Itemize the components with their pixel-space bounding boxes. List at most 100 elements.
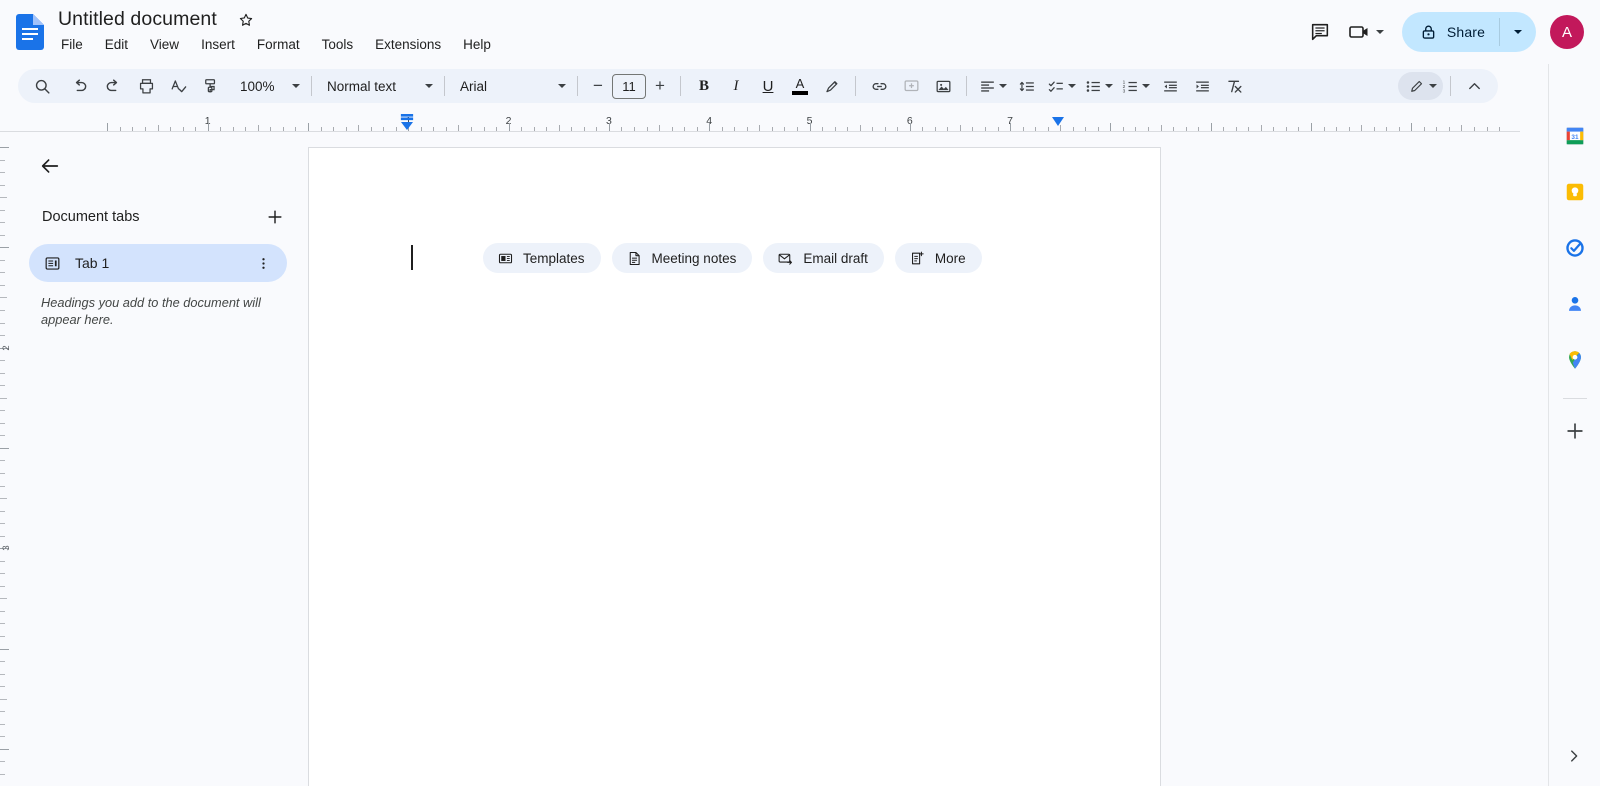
comment-history-icon[interactable] <box>1300 12 1340 52</box>
ruler-tick <box>1499 127 1500 131</box>
ruler-tick <box>1374 127 1375 131</box>
highlight-pen-icon[interactable] <box>818 72 846 100</box>
ruler-tick <box>1123 127 1124 131</box>
tab-options-button[interactable] <box>251 251 275 275</box>
vertical-ruler-tick <box>0 598 7 599</box>
side-panel-maps[interactable] <box>1557 342 1593 378</box>
ruler-tick <box>220 127 221 131</box>
editing-mode-button[interactable] <box>1398 72 1443 100</box>
horizontal-ruler[interactable]: 11234567 <box>0 112 1520 134</box>
clear-formatting-icon[interactable] <box>1220 72 1248 100</box>
paragraph-style-value: Normal text <box>327 78 397 94</box>
bold-button[interactable]: B <box>690 72 718 100</box>
ruler-tick <box>383 127 384 131</box>
ruler-tick <box>1449 127 1450 131</box>
google-meet-button[interactable] <box>1340 12 1390 52</box>
avatar[interactable]: A <box>1550 15 1584 49</box>
bulleted-list-dropdown[interactable] <box>1080 72 1117 100</box>
align-dropdown[interactable] <box>974 72 1011 100</box>
ruler-tick <box>1035 127 1036 131</box>
share-dropdown-button[interactable] <box>1500 12 1536 52</box>
menu-item-extensions[interactable]: Extensions <box>364 34 452 56</box>
share-main[interactable]: Share <box>1402 12 1499 52</box>
paragraph-style-dropdown[interactable]: Normal text <box>319 72 437 100</box>
italic-button[interactable]: I <box>722 72 750 100</box>
font-size-increase-button[interactable]: + <box>647 73 673 99</box>
ruler-tick <box>1386 127 1387 131</box>
toolbar-divider <box>1450 76 1451 96</box>
insert-image-icon[interactable] <box>929 72 957 100</box>
undo-icon[interactable] <box>66 72 94 100</box>
line-spacing-icon[interactable] <box>1013 72 1041 100</box>
chip-more[interactable]: More <box>894 243 982 273</box>
star-outline-icon[interactable] <box>237 11 255 29</box>
add-tab-button[interactable] <box>260 202 290 232</box>
side-panel-keep[interactable] <box>1557 174 1593 210</box>
ruler-tick <box>1424 127 1425 131</box>
ruler-tick <box>1186 127 1187 131</box>
spellcheck-icon[interactable] <box>164 72 192 100</box>
ruler-tick <box>258 125 259 131</box>
zoom-dropdown[interactable]: 100% <box>232 72 304 100</box>
side-panel-add-button[interactable] <box>1557 413 1593 449</box>
vertical-ruler-tick <box>0 736 5 737</box>
paint-format-icon[interactable] <box>196 72 224 100</box>
more-chips-icon <box>911 251 924 264</box>
expand-side-panel-button[interactable] <box>1560 742 1588 770</box>
left-indent-marker[interactable] <box>401 122 413 130</box>
insert-link-icon[interactable] <box>865 72 893 100</box>
vertical-ruler-tick <box>0 724 5 725</box>
side-panel-tasks[interactable] <box>1557 230 1593 266</box>
google-calendar-icon: 31 <box>1565 127 1584 145</box>
ruler-tick <box>847 127 848 131</box>
chip-templates[interactable]: Templates <box>483 243 601 273</box>
caret-down-icon <box>558 84 566 88</box>
checklist-dropdown[interactable] <box>1043 72 1080 100</box>
side-panel-contacts[interactable] <box>1557 286 1593 322</box>
document-canvas: Templates Meeting notes Email draft More <box>306 134 1502 786</box>
chip-meeting-notes[interactable]: Meeting notes <box>611 243 753 273</box>
decrease-indent-icon[interactable] <box>1156 72 1184 100</box>
add-comment-icon[interactable] <box>897 72 925 100</box>
top-right-actions: Share A <box>1300 0 1600 64</box>
vertical-ruler[interactable]: 23 <box>0 134 14 786</box>
share-button[interactable]: Share <box>1401 12 1536 52</box>
print-icon[interactable] <box>132 72 160 100</box>
vertical-ruler-tick <box>0 536 5 537</box>
menu-item-help[interactable]: Help <box>452 34 502 56</box>
right-indent-marker[interactable] <box>1052 117 1064 126</box>
vertical-ruler-tick <box>0 473 5 474</box>
vertical-ruler-tick <box>0 385 5 386</box>
increase-indent-icon[interactable] <box>1188 72 1216 100</box>
redo-icon[interactable] <box>98 72 126 100</box>
search-icon[interactable] <box>28 72 56 100</box>
font-size-input[interactable]: 11 <box>612 73 646 99</box>
underline-button[interactable]: U <box>754 72 782 100</box>
document-title[interactable]: Untitled document <box>58 6 217 32</box>
document-page[interactable]: Templates Meeting notes Email draft More <box>308 147 1161 786</box>
ruler-tick <box>1073 127 1074 131</box>
templates-icon <box>498 253 513 263</box>
menu-item-insert[interactable]: Insert <box>190 34 246 56</box>
first-line-indent-marker[interactable] <box>400 114 414 121</box>
vertical-ruler-number: 3 <box>1 545 12 551</box>
menu-item-file[interactable]: File <box>58 34 94 56</box>
vertical-ruler-tick <box>0 674 5 675</box>
menu-item-edit[interactable]: Edit <box>94 34 139 56</box>
font-size-decrease-button[interactable]: − <box>585 73 611 99</box>
menu-item-view[interactable]: View <box>139 34 190 56</box>
menu-item-tools[interactable]: Tools <box>311 34 365 56</box>
vertical-ruler-tick <box>0 197 7 198</box>
ruler-tick <box>321 127 322 131</box>
text-color-button[interactable]: A <box>786 72 814 100</box>
back-button[interactable] <box>32 148 68 184</box>
collapse-toolbar-button[interactable] <box>1460 72 1488 100</box>
sidebar-item-tab-1[interactable]: Tab 1 <box>29 244 287 282</box>
side-panel-calendar[interactable]: 31 <box>1557 118 1593 154</box>
menu-item-format[interactable]: Format <box>246 34 311 56</box>
chip-email-draft[interactable]: Email draft <box>763 243 884 273</box>
ruler-tick <box>571 127 572 131</box>
font-family-dropdown[interactable]: Arial <box>452 72 570 100</box>
numbered-list-dropdown[interactable]: 1 2 3 <box>1117 72 1154 100</box>
google-docs-logo[interactable] <box>16 14 44 50</box>
